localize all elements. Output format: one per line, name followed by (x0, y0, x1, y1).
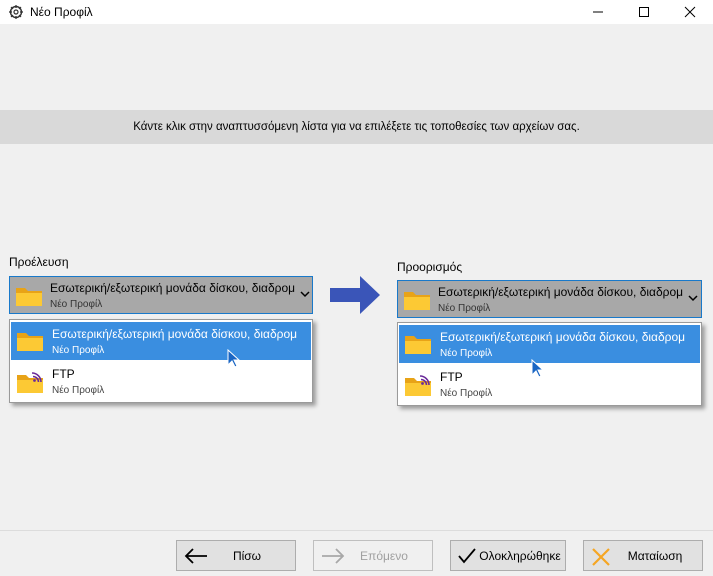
list-item-sub: Νέο Προφίλ (52, 385, 105, 396)
destination-dropdown-list: Εσωτερική/εξωτερική μονάδα δίσκου, διαδρ… (397, 322, 702, 406)
destination-label: Προορισμός (397, 260, 463, 274)
list-item-main: Εσωτερική/εξωτερική μονάδα δίσκου, διαδρ… (52, 327, 298, 341)
destination-option-ftp[interactable]: FTP Νέο Προφίλ (399, 365, 700, 403)
instruction-banner: Κάντε κλικ στην αναπτυσσόμενη λίστα για … (0, 110, 713, 144)
checkmark-icon (458, 548, 476, 564)
cancel-button-label: Ματαίωση (627, 549, 683, 563)
window-title: Νέο Προφίλ (30, 5, 93, 19)
list-item-main: Εσωτερική/εξωτερική μονάδα δίσκου, διαδρ… (440, 330, 686, 344)
finish-button[interactable]: Ολοκληρώθηκε (450, 540, 566, 571)
title-bar: Νέο Προφίλ (0, 0, 713, 24)
back-button[interactable]: Πίσω (176, 540, 296, 571)
source-combobox[interactable]: Εσωτερική/εξωτερική μονάδα δίσκου, διαδρ… (9, 276, 313, 314)
minimize-icon (593, 11, 603, 13)
destination-option-local-drive[interactable]: Εσωτερική/εξωτερική μονάδα δίσκου, διαδρ… (399, 325, 700, 363)
source-selected-subtext: Νέο Προφίλ (50, 299, 103, 310)
folder-icon (404, 292, 430, 310)
source-selected-text: Εσωτερική/εξωτερική μονάδα δίσκου, διαδρ… (50, 281, 296, 295)
source-option-ftp[interactable]: FTP Νέο Προφίλ (11, 362, 311, 400)
folder-icon (16, 288, 42, 306)
close-button[interactable] (667, 0, 713, 24)
footer-divider (0, 530, 713, 531)
folder-icon (405, 336, 431, 354)
mouse-cursor-icon (227, 349, 240, 368)
arrow-right-icon (330, 276, 380, 314)
chevron-down-icon[interactable] (300, 290, 310, 298)
source-label: Προέλευση (9, 255, 69, 269)
next-button[interactable]: Επόμενο (313, 540, 433, 571)
destination-selected-text: Εσωτερική/εξωτερική μονάδα δίσκου, διαδρ… (438, 285, 684, 299)
ftp-folder-icon (17, 372, 43, 393)
destination-combobox[interactable]: Εσωτερική/εξωτερική μονάδα δίσκου, διαδρ… (397, 280, 702, 318)
ftp-folder-icon (405, 375, 431, 396)
next-button-label: Επόμενο (360, 549, 408, 563)
list-item-sub: Νέο Προφίλ (440, 348, 493, 359)
chevron-down-icon[interactable] (688, 294, 698, 302)
instruction-text: Κάντε κλικ στην αναπτυσσόμενη λίστα για … (133, 121, 580, 133)
source-dropdown-list: Εσωτερική/εξωτερική μονάδα δίσκου, διαδρ… (9, 319, 313, 403)
maximize-icon (639, 7, 649, 17)
list-item-main: FTP (52, 367, 75, 381)
destination-selected-subtext: Νέο Προφίλ (438, 303, 491, 314)
finish-button-label: Ολοκληρώθηκε (479, 549, 561, 563)
list-item-main: FTP (440, 370, 463, 384)
source-option-local-drive[interactable]: Εσωτερική/εξωτερική μονάδα δίσκου, διαδρ… (11, 322, 311, 360)
app-gear-icon (9, 5, 23, 19)
mouse-cursor-icon (531, 359, 544, 378)
maximize-button[interactable] (621, 0, 667, 24)
list-item-sub: Νέο Προφίλ (52, 345, 105, 356)
folder-icon (17, 333, 43, 351)
close-icon (684, 6, 696, 18)
minimize-button[interactable] (575, 0, 621, 24)
cancel-button[interactable]: Ματαίωση (583, 540, 703, 571)
back-button-label: Πίσω (232, 549, 262, 563)
list-item-sub: Νέο Προφίλ (440, 388, 493, 399)
